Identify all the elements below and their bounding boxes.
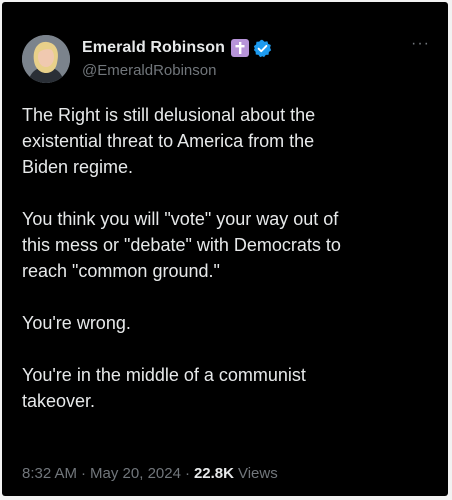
author-name[interactable]: Emerald Robinson bbox=[82, 39, 225, 57]
author-row: Emerald Robinson bbox=[82, 37, 272, 59]
meta-separator: · bbox=[81, 465, 87, 482]
tweet-meta: 8:32 AM · May 20, 2024 · 22.8K Views bbox=[22, 465, 278, 482]
author-handle[interactable]: @EmeraldRobinson bbox=[82, 62, 216, 79]
tweet-paragraph: You're wrong. bbox=[22, 313, 131, 333]
tweet-card: Emerald Robinson @EmeraldRobinson ··· Th… bbox=[2, 2, 448, 496]
tweet-paragraph: You think you will "vote" your way out o… bbox=[22, 209, 341, 281]
more-horizontal-icon[interactable]: ··· bbox=[411, 36, 430, 52]
verified-badge-icon[interactable] bbox=[253, 39, 272, 58]
meta-separator: · bbox=[184, 465, 190, 482]
tweet-text: The Right is still delusional about the … bbox=[22, 102, 432, 440]
tweet-date[interactable]: May 20, 2024 bbox=[90, 465, 181, 482]
views-count[interactable]: 22.8K bbox=[194, 465, 234, 482]
avatar[interactable] bbox=[22, 35, 70, 83]
tweet-paragraph: You're in the middle of a communist take… bbox=[22, 365, 306, 411]
cross-badge-icon bbox=[230, 39, 249, 57]
tweet-paragraph: The Right is still delusional about the … bbox=[22, 105, 316, 177]
tweet-time[interactable]: 8:32 AM bbox=[22, 465, 77, 482]
views-label: Views bbox=[237, 465, 278, 482]
